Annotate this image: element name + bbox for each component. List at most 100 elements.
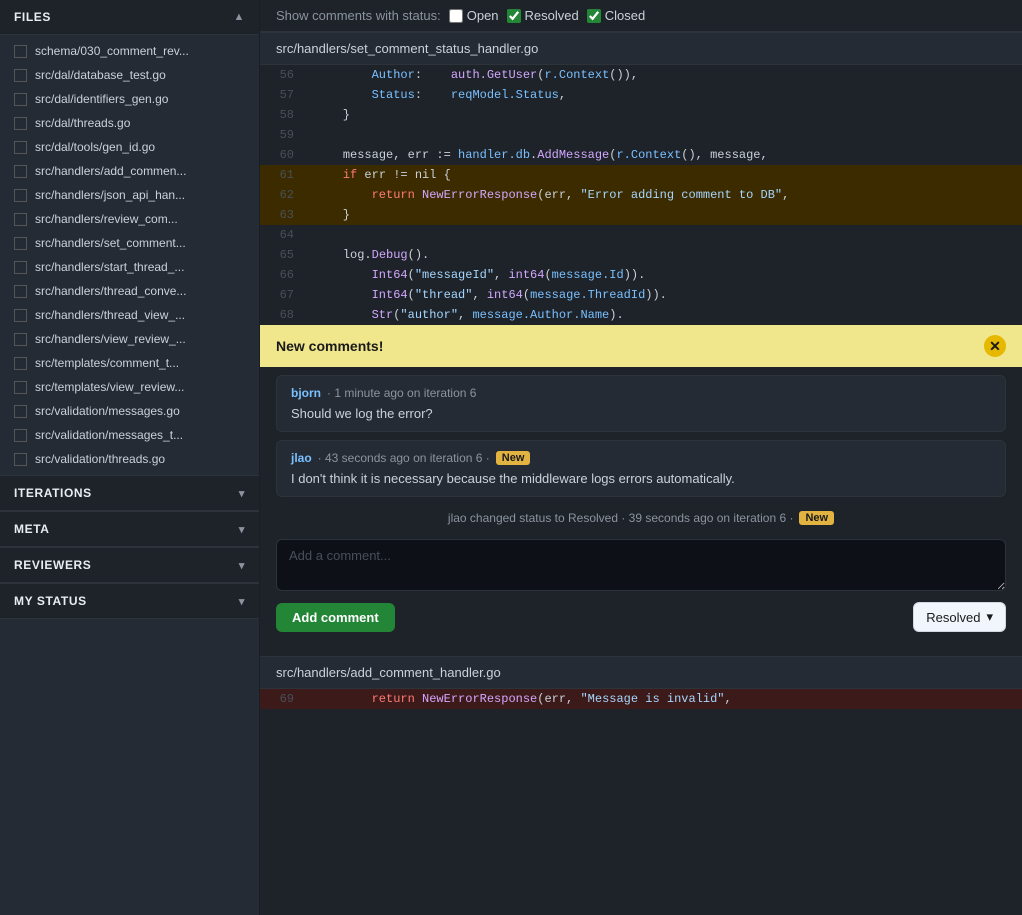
file-item-2[interactable]: src/dal/identifiers_gen.go bbox=[0, 87, 259, 111]
file-checkbox-16[interactable] bbox=[14, 429, 27, 442]
file-name-17: src/validation/threads.go bbox=[35, 452, 165, 466]
file-checkbox-11[interactable] bbox=[14, 309, 27, 322]
code-line-64: 64 bbox=[260, 225, 1022, 245]
file-item-17[interactable]: src/validation/threads.go bbox=[0, 447, 259, 471]
file-item-13[interactable]: src/templates/comment_t... bbox=[0, 351, 259, 375]
resolved-label: Resolved bbox=[525, 8, 579, 23]
comment-author-1: jlao bbox=[291, 451, 312, 465]
resolved-checkbox[interactable] bbox=[507, 9, 521, 23]
code-line-f2-69: 69 return NewErrorResponse(err, "Message… bbox=[260, 689, 1022, 709]
file-item-11[interactable]: src/handlers/thread_view_... bbox=[0, 303, 259, 327]
comment-section: bjorn · 1 minute ago on iteration 6 Shou… bbox=[260, 375, 1022, 531]
status-change-line: jlao changed status to Resolved · 39 sec… bbox=[276, 505, 1006, 531]
code-line-60: 60 message, err := handler.db.AddMessage… bbox=[260, 145, 1022, 165]
line-num-63: 63 bbox=[260, 205, 306, 225]
file-item-1[interactable]: src/dal/database_test.go bbox=[0, 63, 259, 87]
add-comment-button[interactable]: Add comment bbox=[276, 603, 395, 632]
file-checkbox-5[interactable] bbox=[14, 165, 27, 178]
sidebar-iterations-chevron: ▾ bbox=[239, 487, 245, 500]
sidebar-files-title: FILES bbox=[14, 10, 51, 24]
file-name-2: src/dal/identifiers_gen.go bbox=[35, 92, 168, 106]
file-name-4: src/dal/tools/gen_id.go bbox=[35, 140, 155, 154]
file-checkbox-13[interactable] bbox=[14, 357, 27, 370]
sidebar-iterations-header[interactable]: ITERATIONS ▾ bbox=[0, 476, 259, 511]
file-checkbox-3[interactable] bbox=[14, 117, 27, 130]
file-item-9[interactable]: src/handlers/start_thread_... bbox=[0, 255, 259, 279]
sidebar-mystatus-header[interactable]: MY STATUS ▾ bbox=[0, 584, 259, 619]
file-name-14: src/templates/view_review... bbox=[35, 380, 184, 394]
file-name-1: src/dal/database_test.go bbox=[35, 68, 166, 82]
comment-card-1: jlao · 43 seconds ago on iteration 6 · N… bbox=[276, 440, 1006, 497]
file-item-15[interactable]: src/validation/messages.go bbox=[0, 399, 259, 423]
file-checkbox-2[interactable] bbox=[14, 93, 27, 106]
file-checkbox-7[interactable] bbox=[14, 213, 27, 226]
file-name-5: src/handlers/add_commen... bbox=[35, 164, 186, 178]
status-filter-label: Show comments with status: bbox=[276, 8, 441, 23]
file-checkbox-17[interactable] bbox=[14, 453, 27, 466]
file-checkbox-4[interactable] bbox=[14, 141, 27, 154]
file-name-12: src/handlers/view_review_... bbox=[35, 332, 186, 346]
code-line-61: 61 if err != nil { bbox=[260, 165, 1022, 185]
closed-label: Closed bbox=[605, 8, 645, 23]
comment-meta-1: jlao · 43 seconds ago on iteration 6 · N… bbox=[291, 451, 991, 465]
sidebar-mystatus-title: MY STATUS bbox=[14, 594, 87, 608]
file-item-8[interactable]: src/handlers/set_comment... bbox=[0, 231, 259, 255]
file-item-16[interactable]: src/validation/messages_t... bbox=[0, 423, 259, 447]
file-checkbox-9[interactable] bbox=[14, 261, 27, 274]
topbar: Show comments with status: Open Resolved… bbox=[260, 0, 1022, 32]
open-label: Open bbox=[467, 8, 499, 23]
dropdown-arrow-icon: ▾ bbox=[986, 609, 993, 625]
sidebar-meta-header[interactable]: META ▾ bbox=[0, 512, 259, 547]
file-checkbox-15[interactable] bbox=[14, 405, 27, 418]
file-item-3[interactable]: src/dal/threads.go bbox=[0, 111, 259, 135]
closed-filter[interactable]: Closed bbox=[587, 8, 645, 23]
file-item-14[interactable]: src/templates/view_review... bbox=[0, 375, 259, 399]
file-item-6[interactable]: src/handlers/json_api_han... bbox=[0, 183, 259, 207]
line-content-58: } bbox=[306, 105, 1022, 125]
code-line-68: 68 Str("author", message.Author.Name). bbox=[260, 305, 1022, 325]
file-name-13: src/templates/comment_t... bbox=[35, 356, 179, 370]
open-checkbox[interactable] bbox=[449, 9, 463, 23]
file-name-8: src/handlers/set_comment... bbox=[35, 236, 186, 250]
sidebar-reviewers-header[interactable]: REVIEWERS ▾ bbox=[0, 548, 259, 583]
line-num-67: 67 bbox=[260, 285, 306, 305]
content-area: src/handlers/set_comment_status_handler.… bbox=[260, 32, 1022, 915]
file-checkbox-0[interactable] bbox=[14, 45, 27, 58]
line-num-f2-69: 69 bbox=[260, 689, 306, 709]
file-checkbox-8[interactable] bbox=[14, 237, 27, 250]
file-checkbox-14[interactable] bbox=[14, 381, 27, 394]
code-line-67: 67 Int64("thread", int64(message.ThreadI… bbox=[260, 285, 1022, 305]
file-name-11: src/handlers/thread_view_... bbox=[35, 308, 185, 322]
status-dropdown[interactable]: Resolved ▾ bbox=[913, 602, 1006, 632]
file-checkbox-1[interactable] bbox=[14, 69, 27, 82]
comment-meta-0: bjorn · 1 minute ago on iteration 6 bbox=[291, 386, 991, 400]
code-line-63: 63 } bbox=[260, 205, 1022, 225]
file-item-4[interactable]: src/dal/tools/gen_id.go bbox=[0, 135, 259, 159]
comment-textarea[interactable] bbox=[276, 539, 1006, 591]
file-item-12[interactable]: src/handlers/view_review_... bbox=[0, 327, 259, 351]
line-num-65: 65 bbox=[260, 245, 306, 265]
notification-text: New comments! bbox=[276, 338, 383, 354]
file-item-10[interactable]: src/handlers/thread_conve... bbox=[0, 279, 259, 303]
comment-card-0: bjorn · 1 minute ago on iteration 6 Shou… bbox=[276, 375, 1006, 432]
file-name-0: schema/030_comment_rev... bbox=[35, 44, 189, 58]
file-checkbox-10[interactable] bbox=[14, 285, 27, 298]
file-item-0[interactable]: schema/030_comment_rev... bbox=[0, 39, 259, 63]
file-list: schema/030_comment_rev... src/dal/databas… bbox=[0, 35, 259, 475]
file-name-3: src/dal/threads.go bbox=[35, 116, 130, 130]
line-content-60: message, err := handler.db.AddMessage(r.… bbox=[306, 145, 1022, 165]
file-item-7[interactable]: src/handlers/review_com... bbox=[0, 207, 259, 231]
closed-checkbox[interactable] bbox=[587, 9, 601, 23]
file-checkbox-6[interactable] bbox=[14, 189, 27, 202]
resolved-filter[interactable]: Resolved bbox=[507, 8, 579, 23]
line-num-60: 60 bbox=[260, 145, 306, 165]
add-comment-area: Add comment Resolved ▾ bbox=[260, 531, 1022, 640]
file-item-5[interactable]: src/handlers/add_commen... bbox=[0, 159, 259, 183]
sidebar-files-header[interactable]: FILES ▲ bbox=[0, 0, 259, 35]
notification-close-button[interactable]: ✕ bbox=[984, 335, 1006, 357]
open-filter[interactable]: Open bbox=[449, 8, 499, 23]
code-line-62: 62 return NewErrorResponse(err, "Error a… bbox=[260, 185, 1022, 205]
comment-text-1: I don't think it is necessary because th… bbox=[291, 471, 991, 486]
line-content-61: if err != nil { bbox=[306, 165, 1022, 185]
file-checkbox-12[interactable] bbox=[14, 333, 27, 346]
